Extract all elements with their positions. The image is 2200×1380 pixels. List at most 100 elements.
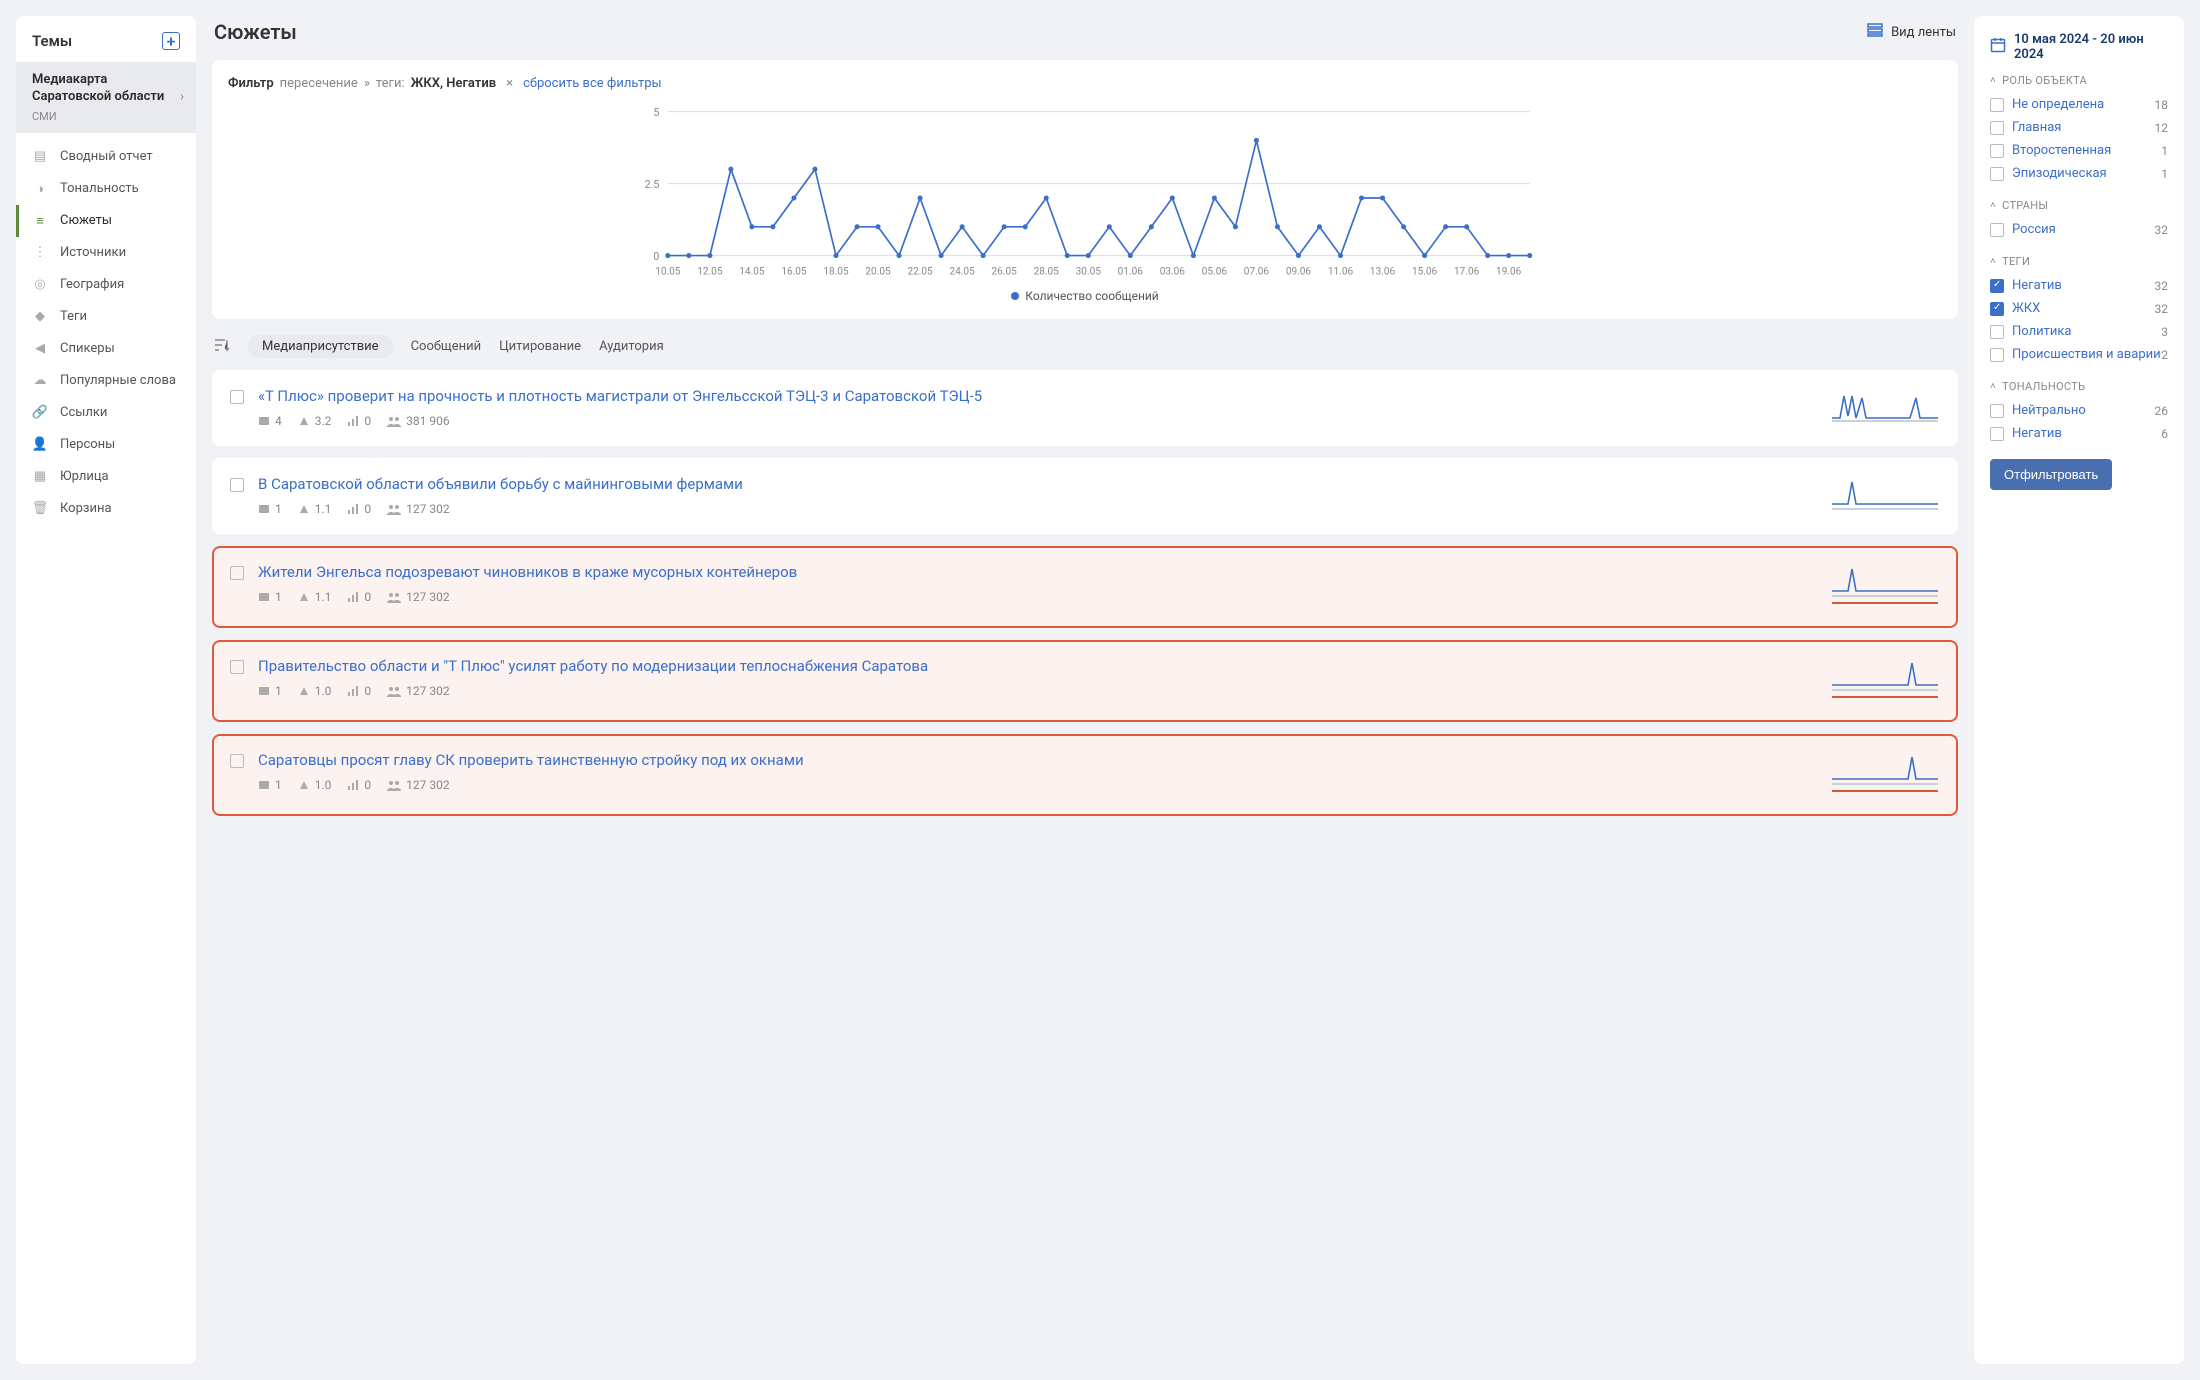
facet-checkbox[interactable] bbox=[1990, 223, 2004, 237]
story-checkbox[interactable] bbox=[230, 390, 244, 404]
main-content: Сюжеты Вид ленты Фильтр пересечение » те… bbox=[212, 16, 1958, 1364]
nav-label: География bbox=[60, 277, 124, 292]
nav-label: Источники bbox=[60, 245, 126, 260]
facet-checkbox[interactable] bbox=[1990, 279, 2004, 293]
story-cites: 0 bbox=[347, 778, 371, 792]
story-reach: 1.0 bbox=[298, 684, 332, 698]
nav-label: Популярные слова bbox=[60, 373, 176, 388]
facet-checkbox[interactable] bbox=[1990, 144, 2004, 158]
active-theme[interactable]: Медиакарта Саратовской области СМИ › bbox=[16, 62, 196, 133]
nav-icon: ◑ bbox=[32, 181, 48, 197]
sidebar-item-8[interactable]: 🔗Ссылки bbox=[16, 397, 196, 429]
facet-count: 18 bbox=[2155, 98, 2169, 112]
sidebar-item-10[interactable]: ▦Юрлица bbox=[16, 461, 196, 493]
facet-item: Негатив 32 bbox=[1990, 274, 2168, 297]
metric-tab-1[interactable]: Сообщений bbox=[411, 335, 482, 358]
facet-count: 32 bbox=[2155, 302, 2169, 316]
story-title-link[interactable]: Жители Энгельса подозревают чиновников в… bbox=[258, 562, 1816, 582]
sidebar-item-6[interactable]: ◀Спикеры bbox=[16, 333, 196, 365]
metric-tab-2[interactable]: Цитирование bbox=[499, 335, 581, 358]
facet-label[interactable]: Политика bbox=[2012, 324, 2071, 339]
story-cites: 0 bbox=[347, 684, 371, 698]
story-audience: 127 302 bbox=[387, 778, 449, 792]
facet-header[interactable]: ˄РОЛЬ ОБЪЕКТА bbox=[1990, 74, 2168, 87]
story-checkbox[interactable] bbox=[230, 660, 244, 674]
facet-label[interactable]: Главная bbox=[2012, 120, 2061, 135]
chevron-up-icon: ˄ bbox=[1990, 75, 1996, 86]
story-sparkline bbox=[1830, 750, 1940, 800]
facet-label[interactable]: Не определена bbox=[2012, 97, 2104, 112]
facet-label[interactable]: Происшествия и аварии bbox=[2012, 347, 2161, 362]
nav-icon: ▦ bbox=[32, 469, 48, 485]
facet-header[interactable]: ˄ТОНАЛЬНОСТЬ bbox=[1990, 380, 2168, 393]
facet-checkbox[interactable] bbox=[1990, 302, 2004, 316]
svg-text:07.06: 07.06 bbox=[1244, 267, 1270, 278]
nav-icon: ◆ bbox=[32, 309, 48, 325]
facet-header[interactable]: ˄ТЕГИ bbox=[1990, 255, 2168, 268]
sidebar-item-2[interactable]: ≡Сюжеты bbox=[16, 205, 196, 237]
clear-filters-link[interactable]: сбросить все фильтры bbox=[523, 76, 662, 91]
story-sources: 1 bbox=[258, 502, 282, 516]
story-title-link[interactable]: В Саратовской области объявили борьбу с … bbox=[258, 474, 1816, 494]
feed-view-toggle[interactable]: Вид ленты bbox=[1867, 22, 1956, 42]
facet-count: 32 bbox=[2155, 279, 2169, 293]
sidebar-item-7[interactable]: ☁Популярные слова bbox=[16, 365, 196, 397]
facet-checkbox[interactable] bbox=[1990, 325, 2004, 339]
facet-checkbox[interactable] bbox=[1990, 404, 2004, 418]
sidebar-item-0[interactable]: ▤Сводный отчет bbox=[16, 141, 196, 173]
chevron-up-icon: ˄ bbox=[1990, 256, 1996, 267]
add-theme-button[interactable]: + bbox=[162, 32, 180, 50]
story-checkbox[interactable] bbox=[230, 754, 244, 768]
metric-tab-0[interactable]: Медиаприсутствие bbox=[248, 335, 393, 358]
nav-label: Спикеры bbox=[60, 341, 115, 356]
story-title-link[interactable]: Саратовцы просят главу СК проверить таин… bbox=[258, 750, 1816, 770]
facet-checkbox[interactable] bbox=[1990, 121, 2004, 135]
facet-label[interactable]: ЖКХ bbox=[2012, 301, 2040, 316]
svg-text:11.06: 11.06 bbox=[1328, 267, 1354, 278]
page-title: Сюжеты bbox=[214, 20, 297, 44]
facet-label[interactable]: Второстепенная bbox=[2012, 143, 2111, 158]
chart-card: Фильтр пересечение » теги: ЖКХ, Негатив … bbox=[212, 60, 1958, 319]
sidebar-item-11[interactable]: 🗑Корзина bbox=[16, 493, 196, 525]
facet-checkbox[interactable] bbox=[1990, 167, 2004, 181]
facet-label[interactable]: Негатив bbox=[2012, 426, 2062, 441]
filter-mode: пересечение bbox=[280, 76, 358, 91]
facet-count: 6 bbox=[2161, 427, 2168, 441]
facet-count: 1 bbox=[2161, 167, 2168, 181]
story-sparkline bbox=[1830, 656, 1940, 706]
svg-text:2.5: 2.5 bbox=[645, 178, 660, 191]
timeline-chart[interactable]: 02.5510.0512.0514.0516.0518.0520.0522.05… bbox=[228, 101, 1942, 303]
apply-filter-button[interactable]: Отфильтровать bbox=[1990, 459, 2112, 490]
facet-checkbox[interactable] bbox=[1990, 348, 2004, 362]
sidebar-item-4[interactable]: ◎География bbox=[16, 269, 196, 301]
story-checkbox[interactable] bbox=[230, 478, 244, 492]
story-audience: 127 302 bbox=[387, 502, 449, 516]
svg-text:05.06: 05.06 bbox=[1202, 267, 1228, 278]
facet-label[interactable]: Негатив bbox=[2012, 278, 2062, 293]
metric-tab-3[interactable]: Аудитория bbox=[599, 335, 664, 358]
story-title-link[interactable]: Правительство области и "Т Плюс" усилят … bbox=[258, 656, 1816, 676]
sort-icon[interactable] bbox=[214, 338, 230, 356]
facet-checkbox[interactable] bbox=[1990, 427, 2004, 441]
facet-label[interactable]: Эпизодическая bbox=[2012, 166, 2107, 181]
facet-count: 32 bbox=[2155, 223, 2169, 237]
sidebar-item-1[interactable]: ◑Тональность bbox=[16, 173, 196, 205]
facet-label[interactable]: Россия bbox=[2012, 222, 2056, 237]
sidebar-item-9[interactable]: 👤Персоны bbox=[16, 429, 196, 461]
date-range-picker[interactable]: 10 мая 2024 - 20 июн 2024 bbox=[1990, 32, 2168, 62]
svg-text:10.05: 10.05 bbox=[655, 267, 681, 278]
story-title-link[interactable]: «Т Плюс» проверит на прочность и плотнос… bbox=[258, 386, 1816, 406]
facet-label[interactable]: Нейтрально bbox=[2012, 403, 2086, 418]
facet-header[interactable]: ˄СТРАНЫ bbox=[1990, 199, 2168, 212]
story-reach: 1.1 bbox=[298, 502, 332, 516]
metric-tabs: Медиаприсутствие Сообщений Цитирование Ауди… bbox=[212, 331, 1958, 358]
sidebar-title: Темы bbox=[32, 32, 72, 50]
filter-clear-x-icon[interactable]: × bbox=[506, 76, 513, 91]
nav-icon: ▤ bbox=[32, 149, 48, 165]
facet-item: Политика3 bbox=[1990, 320, 2168, 343]
facet-count: 12 bbox=[2155, 121, 2169, 135]
story-checkbox[interactable] bbox=[230, 566, 244, 580]
facet-checkbox[interactable] bbox=[1990, 98, 2004, 112]
sidebar-item-5[interactable]: ◆Теги bbox=[16, 301, 196, 333]
sidebar-item-3[interactable]: ⋮Источники bbox=[16, 237, 196, 269]
